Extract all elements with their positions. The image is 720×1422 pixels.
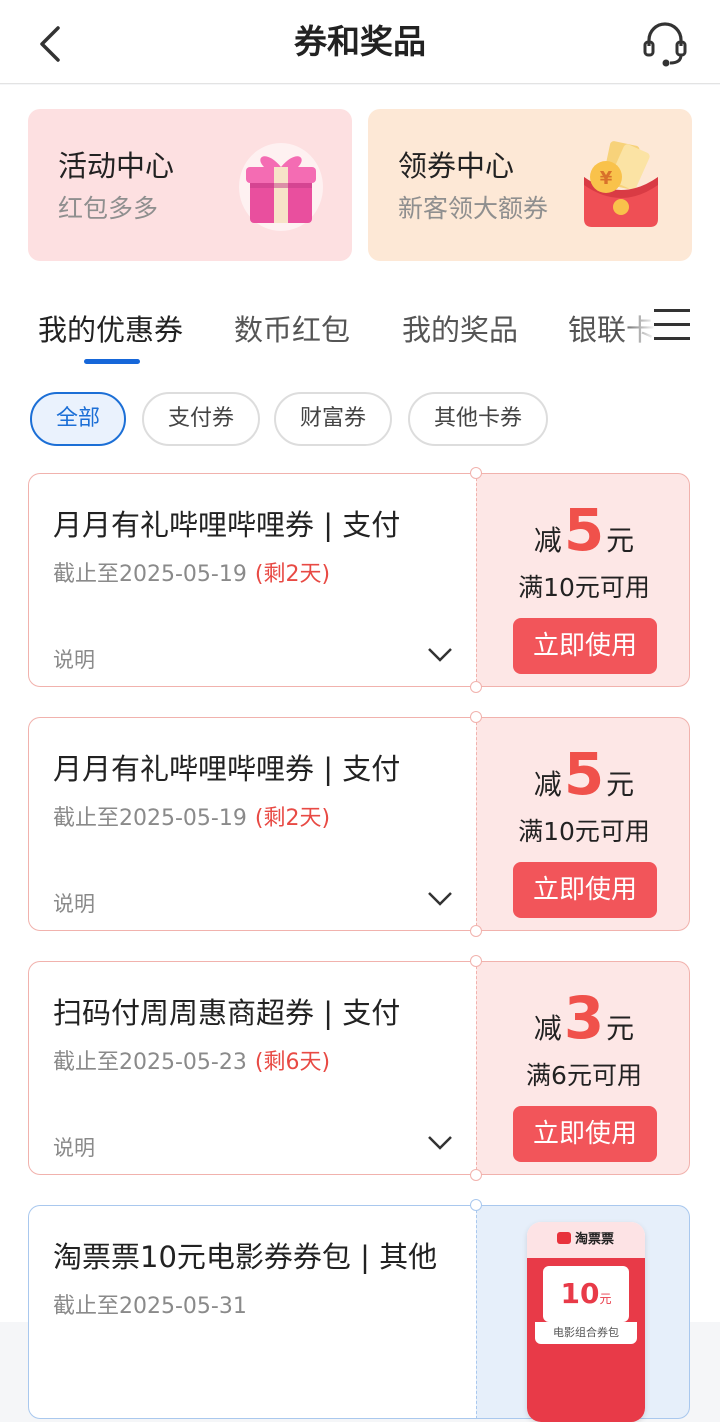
ticket-notch	[470, 925, 482, 937]
coupon-expiry: 截止至2025-05-19 (剩2天)	[53, 556, 330, 588]
amount-value: 5	[563, 740, 605, 808]
tab-digital-red-packets[interactable]: 数币红包	[234, 307, 350, 349]
expiry-date: 截止至2025-05-19	[53, 806, 247, 831]
coupon-amount: 减5元	[477, 496, 691, 564]
use-now-button[interactable]: 立即使用	[513, 862, 657, 918]
coupon-expiry: 截止至2025-05-23 (剩6天)	[53, 1044, 330, 1076]
expiry-date: 截止至2025-05-31	[53, 1294, 247, 1319]
amount-prefix: 减	[533, 1012, 562, 1045]
ticket-notch	[470, 1199, 482, 1211]
filter-other-cards[interactable]: 其他卡券	[408, 392, 548, 446]
coupon-expiry: 截止至2025-05-31	[53, 1288, 247, 1320]
ticket-caption: 电影组合券包	[535, 1322, 637, 1344]
coupon-info: 月月有礼哔哩哔哩券 | 支付 截止至2025-05-19 (剩2天) 说明	[28, 473, 476, 687]
amount-unit: 元	[606, 1012, 635, 1045]
movie-ticket-image: 淘票票 10元 电影组合券包	[527, 1222, 645, 1422]
ticket-notch	[470, 955, 482, 967]
amount-unit: 元	[606, 768, 635, 801]
use-now-button[interactable]: 立即使用	[513, 618, 657, 674]
ticket-logo-icon	[557, 1232, 571, 1244]
filter-all[interactable]: 全部	[30, 392, 126, 446]
tab-bar: 我的优惠券 数币红包 我的奖品 银联卡	[0, 285, 720, 373]
coupon-card: 淘票票10元电影券券包 | 其他 截止至2025-05-31 淘票票 10元 电…	[28, 1199, 690, 1422]
coupon-note-link[interactable]: 说明	[53, 888, 95, 918]
expiry-date: 截止至2025-05-23	[53, 1050, 247, 1075]
coupon-action: 减5元 满10元可用 立即使用	[476, 717, 690, 931]
coupon-expiry: 截止至2025-05-19 (剩2天)	[53, 800, 330, 832]
coupon-name: 月月有礼哔哩哔哩券 | 支付	[53, 752, 401, 786]
coupon-center-card[interactable]: 领券中心 新客领大额券 ¥	[368, 109, 692, 261]
ticket-notch	[470, 681, 482, 693]
top-bar: 券和奖品	[0, 0, 720, 84]
coupon-info: 月月有礼哔哩哔哩券 | 支付 截止至2025-05-19 (剩2天) 说明	[28, 717, 476, 931]
coupon-name: 淘票票10元电影券券包 | 其他	[53, 1240, 438, 1274]
amount-value: 5	[563, 496, 605, 564]
tab-my-coupons[interactable]: 我的优惠券	[38, 307, 183, 349]
ticket-notch	[470, 711, 482, 723]
filter-wealth-coupon[interactable]: 财富券	[274, 392, 392, 446]
page-title: 券和奖品	[294, 22, 426, 61]
ticket-notch	[470, 467, 482, 479]
coupon-image-area: 淘票票 10元 电影组合券包	[476, 1205, 690, 1422]
tab-active-indicator	[84, 359, 140, 364]
coupon-condition: 满10元可用	[518, 817, 650, 846]
coupon-info: 淘票票10元电影券券包 | 其他 截止至2025-05-31	[28, 1205, 476, 1419]
ticket-value-box: 10元	[543, 1266, 629, 1322]
activity-center-card[interactable]: 活动中心 红包多多	[28, 109, 352, 261]
ticket-value: 10	[560, 1277, 600, 1310]
coupon-condition: 满10元可用	[518, 573, 650, 602]
coupon-card: 月月有礼哔哩哔哩券 | 支付 截止至2025-05-19 (剩2天) 说明 减5元…	[28, 467, 690, 693]
coupon-amount: 减3元	[477, 984, 691, 1052]
gift-box-icon	[239, 143, 323, 231]
chevron-down-icon[interactable]	[427, 1134, 453, 1152]
promo-subtitle: 新客领大额券	[398, 194, 549, 223]
coupon-note-link[interactable]: 说明	[53, 644, 95, 674]
tab-my-prizes[interactable]: 我的奖品	[402, 307, 518, 349]
promo-title: 活动中心	[58, 149, 175, 183]
remaining-days: (剩2天)	[254, 806, 331, 831]
menu-icon[interactable]	[654, 309, 690, 341]
promo-title: 领券中心	[398, 149, 515, 183]
expiry-date: 截止至2025-05-19	[53, 562, 247, 587]
remaining-days: (剩2天)	[254, 562, 331, 587]
amount-unit: 元	[606, 524, 635, 557]
coupon-condition: 满6元可用	[526, 1061, 642, 1090]
svg-text:¥: ¥	[600, 168, 613, 189]
coupon-card: 扫码付周周惠商超券 | 支付 截止至2025-05-23 (剩6天) 说明 减3元…	[28, 955, 690, 1181]
ticket-value-unit: 元	[599, 1292, 612, 1306]
coupon-note-link[interactable]: 说明	[53, 1132, 95, 1162]
coupon-card: 月月有礼哔哩哔哩券 | 支付 截止至2025-05-19 (剩2天) 说明 减5元…	[28, 711, 690, 937]
ticket-notch	[470, 1169, 482, 1181]
filter-payment-coupon[interactable]: 支付券	[142, 392, 260, 446]
chevron-down-icon[interactable]	[427, 646, 453, 664]
headset-icon[interactable]	[640, 18, 690, 68]
remaining-days: (剩6天)	[254, 1050, 331, 1075]
red-envelope-icon: ¥	[584, 141, 658, 227]
amount-prefix: 减	[533, 524, 562, 557]
amount-prefix: 减	[533, 768, 562, 801]
coupon-action: 减5元 满10元可用 立即使用	[476, 473, 690, 687]
ticket-brand: 淘票票	[575, 1232, 615, 1247]
chevron-down-icon[interactable]	[427, 890, 453, 908]
coupon-name: 扫码付周周惠商超券 | 支付	[53, 996, 401, 1030]
coupon-amount: 减5元	[477, 740, 691, 808]
amount-value: 3	[563, 984, 605, 1052]
use-now-button[interactable]: 立即使用	[513, 1106, 657, 1162]
tab-fade	[620, 301, 656, 351]
coupon-action: 减3元 满6元可用 立即使用	[476, 961, 690, 1175]
coupon-name: 月月有礼哔哩哔哩券 | 支付	[53, 508, 401, 542]
content-area: 活动中心 红包多多 领券中心 新客领大额券 ¥ 我的优惠券 数币红包 我的奖品	[0, 85, 720, 1422]
coupon-info: 扫码付周周惠商超券 | 支付 截止至2025-05-23 (剩6天) 说明	[28, 961, 476, 1175]
promo-subtitle: 红包多多	[58, 194, 159, 223]
